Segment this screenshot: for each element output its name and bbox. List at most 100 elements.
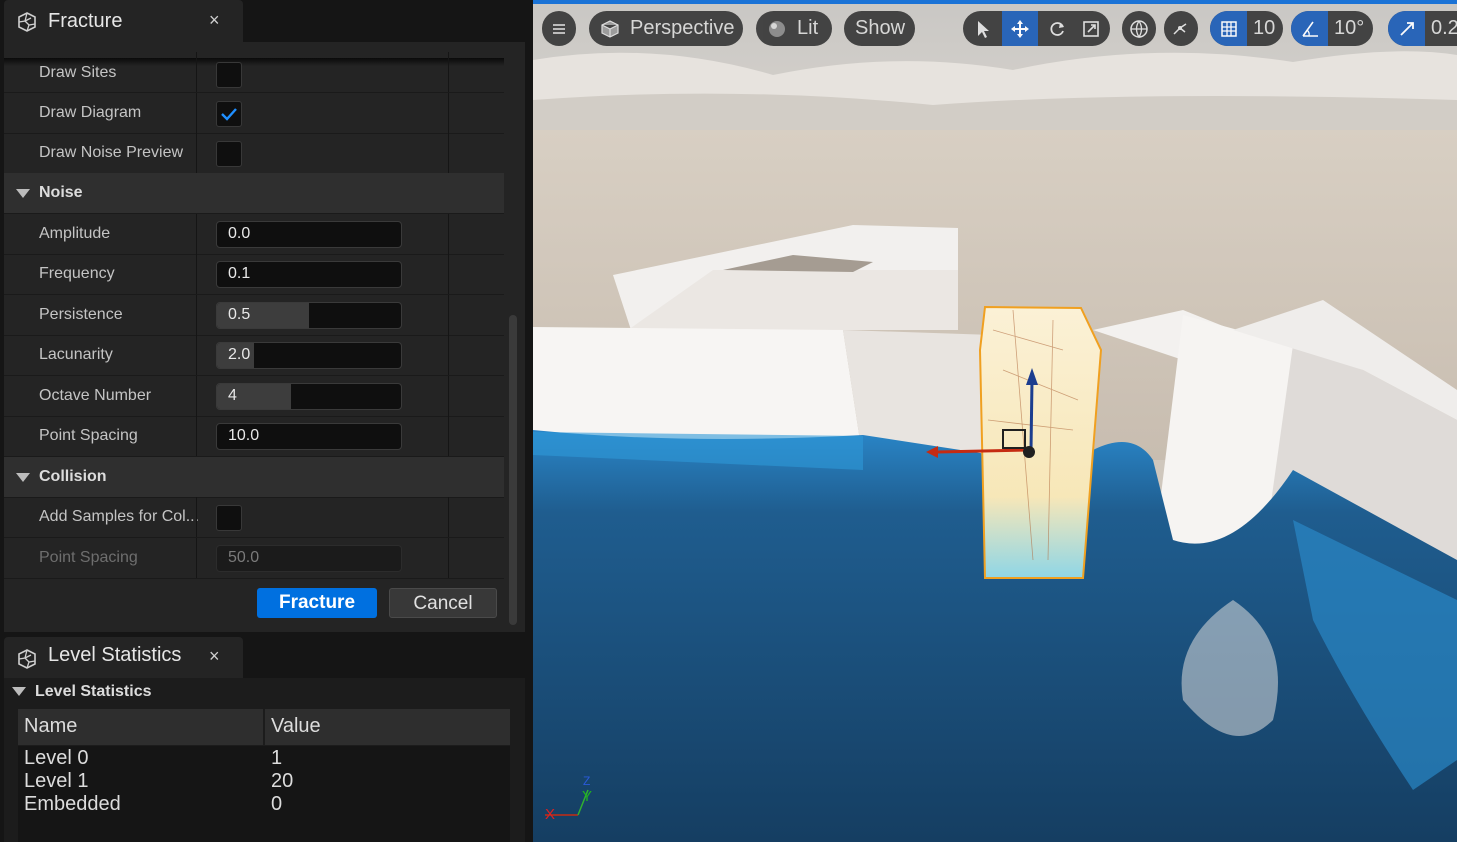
draw-noise-preview-label: Draw Noise Preview [39,144,184,161]
rotation-snap-value: 10° [1334,17,1365,39]
lacunarity-slider[interactable]: 2.0 [216,342,402,369]
noise-section-header[interactable]: Noise [4,173,504,214]
table-row: Level 1 20 [24,770,504,793]
rotate-icon[interactable] [1047,19,1067,39]
property-row-draw-sites: Draw Sites [4,52,504,93]
level-statistics-panel: Level Statistics Name Value Level 0 1 Le… [4,678,525,842]
column-divider [448,93,449,133]
collision-section-header[interactable]: Collision [4,457,504,498]
column-divider [448,335,449,375]
row-name: Level 1 [24,770,89,792]
level-viewport[interactable]: X Y Z Perspective Lit Show 10 10° 0.2 [533,0,1457,842]
axis-y-label: Y [582,788,593,805]
column-divider [448,416,449,456]
point-spacing-field[interactable]: 10.0 [216,423,402,450]
collapse-arrow-icon [16,189,30,198]
cube-icon [601,20,619,38]
property-row-collision-point-spacing: Point Spacing 50.0 [4,538,504,579]
column-divider [196,538,197,578]
lit-sphere-icon [769,21,785,37]
column-divider [196,295,197,335]
surface-snapping-toggle[interactable] [1164,11,1198,46]
collapse-arrow-icon[interactable] [12,687,26,696]
viewport-active-border [533,0,1457,4]
row-value: 1 [271,747,283,769]
amplitude-field[interactable]: 0.0 [216,221,402,248]
draw-diagram-label: Draw Diagram [39,104,142,121]
frequency-field[interactable]: 0.1 [216,261,402,288]
draw-noise-preview-checkbox[interactable] [216,141,242,167]
viewport-menu-button[interactable] [542,11,576,46]
table-row: Level 0 1 [24,747,504,770]
lacunarity-value: 2.0 [228,346,251,363]
select-arrow-icon[interactable] [973,19,993,39]
angle-icon [1302,21,1318,37]
axis-z-label: Z [583,774,591,788]
close-icon[interactable]: × [209,10,220,31]
perspective-label: Perspective [630,17,735,39]
amplitude-value: 0.0 [228,225,251,242]
scale-snap-group[interactable]: 0.2 [1388,11,1457,46]
checkmark-icon [221,108,237,121]
lit-button[interactable]: Lit [756,11,832,46]
level-statistics-tab[interactable]: Level Statistics × [4,637,243,678]
close-icon[interactable]: × [209,646,220,667]
draw-sites-label: Draw Sites [39,64,117,81]
octave-number-value: 4 [228,387,237,404]
show-label: Show [855,17,906,39]
name-column-header[interactable]: Name [18,709,263,745]
fracture-tab[interactable]: Fracture × [4,0,243,42]
translate-icon[interactable] [1010,19,1030,39]
column-divider [448,376,449,416]
level-statistics-section-label: Level Statistics [35,683,152,700]
scene-render [533,0,1457,842]
perspective-button[interactable]: Perspective [589,11,743,46]
add-samples-checkbox[interactable] [216,505,242,531]
scale-icon[interactable] [1081,19,1101,39]
octave-number-slider[interactable]: 4 [216,383,402,410]
frequency-value: 0.1 [228,265,251,282]
column-divider [196,416,197,456]
grid-snap-group[interactable]: 10 [1210,11,1283,46]
transform-tools-group [963,11,1110,46]
column-divider [196,335,197,375]
fracture-button[interactable]: Fracture [257,588,377,618]
details-panel: Fracture × Draw Sites Draw Diagram Draw … [0,0,525,842]
collision-section-label: Collision [39,468,107,485]
column-divider [196,254,197,294]
world-local-toggle[interactable] [1122,11,1156,46]
scrollbar[interactable] [509,315,517,625]
show-button[interactable]: Show [844,11,915,46]
column-divider [196,93,197,133]
grid-icon [1221,21,1237,37]
collision-point-spacing-label: Point Spacing [39,549,138,566]
row-value: 20 [271,770,294,792]
column-divider [448,538,449,578]
column-divider [196,497,197,537]
draw-diagram-checkbox[interactable] [216,101,242,127]
fracture-icon [18,12,36,32]
cancel-button[interactable]: Cancel [389,588,497,618]
property-row-add-samples: Add Samples for Col... [4,497,504,538]
property-row-amplitude: Amplitude 0.0 [4,214,504,255]
column-divider [196,52,197,92]
property-row-point-spacing: Point Spacing 10.0 [4,416,504,457]
persistence-value: 0.5 [228,306,251,323]
amplitude-label: Amplitude [39,225,111,242]
globe-icon [1130,20,1148,39]
collision-point-spacing-value: 50.0 [228,549,260,566]
persistence-slider[interactable]: 0.5 [216,302,402,329]
grid-snap-value: 10 [1253,17,1276,39]
level-statistics-icon [18,649,36,669]
draw-sites-checkbox[interactable] [216,62,242,88]
fracture-tab-title: Fracture [48,10,123,32]
value-column-header[interactable]: Value [265,709,510,745]
property-row-persistence: Persistence 0.5 [4,295,504,336]
persistence-label: Persistence [39,306,123,323]
column-divider [448,52,449,92]
surface-snap-icon [1173,23,1187,35]
column-divider [448,295,449,335]
property-row-octave-number: Octave Number 4 [4,376,504,417]
rotation-snap-group[interactable]: 10° [1291,11,1373,46]
row-name: Embedded [24,793,121,815]
